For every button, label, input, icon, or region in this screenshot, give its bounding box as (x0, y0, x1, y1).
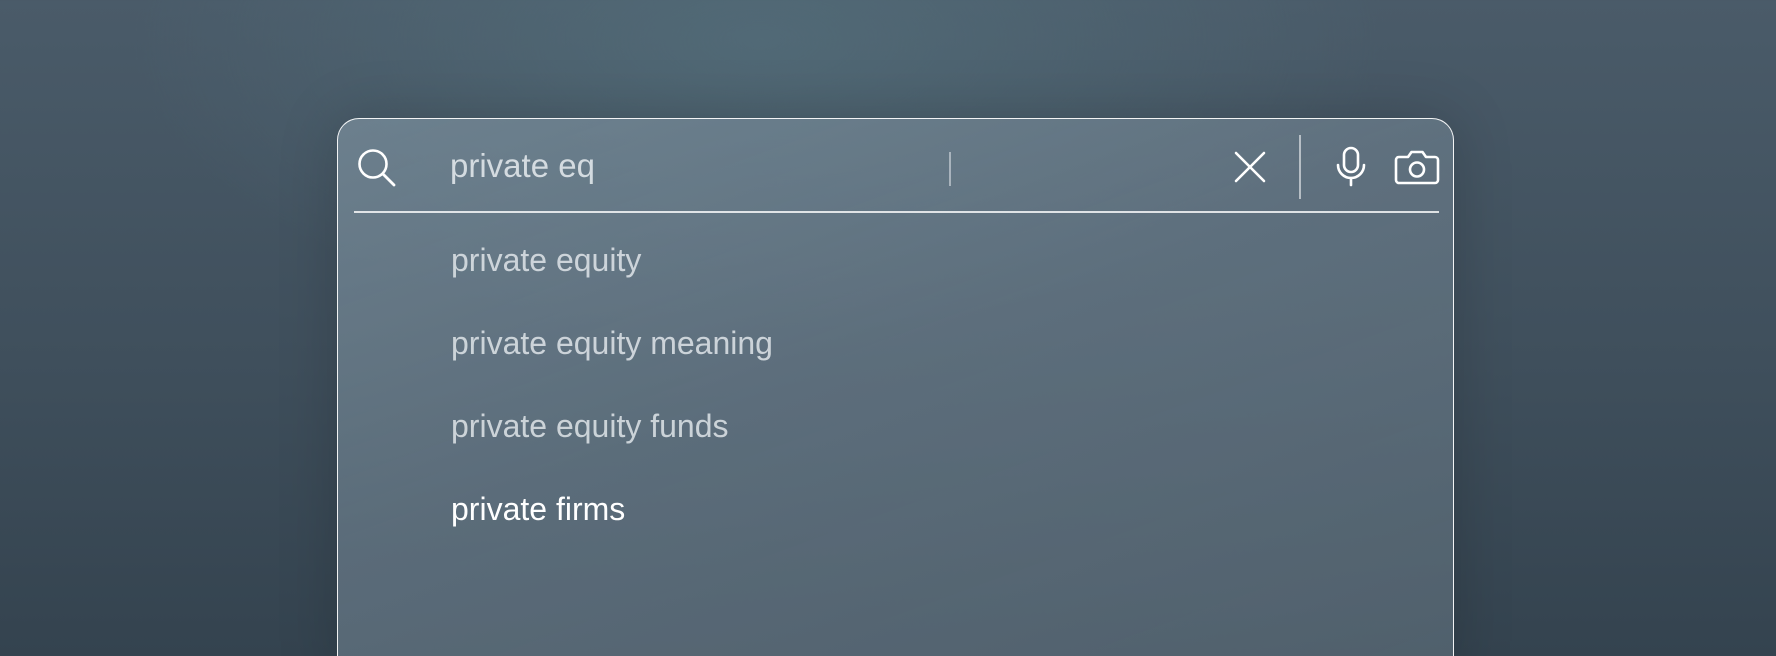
suggestion-list: private equity private equity meaning pr… (338, 219, 1453, 551)
suggestion-item-highlighted[interactable]: private firms (338, 468, 1453, 551)
search-input[interactable] (450, 143, 1210, 189)
microphone-icon (1336, 146, 1366, 187)
image-search-button[interactable] (1393, 145, 1441, 189)
suggestion-item[interactable]: private equity funds (338, 385, 1453, 468)
search-divider (354, 211, 1439, 213)
voice-search-button[interactable] (1328, 143, 1374, 189)
toolbar-divider (1299, 135, 1301, 199)
search-panel: private equity private equity meaning pr… (337, 118, 1454, 656)
camera-icon (1394, 150, 1440, 185)
close-icon (1234, 151, 1266, 183)
search-icon[interactable] (356, 147, 398, 189)
text-caret (949, 152, 951, 186)
clear-button[interactable] (1228, 145, 1272, 189)
search-bar (338, 119, 1453, 211)
suggestion-item[interactable]: private equity meaning (338, 302, 1453, 385)
suggestion-item[interactable]: private equity (338, 219, 1453, 302)
